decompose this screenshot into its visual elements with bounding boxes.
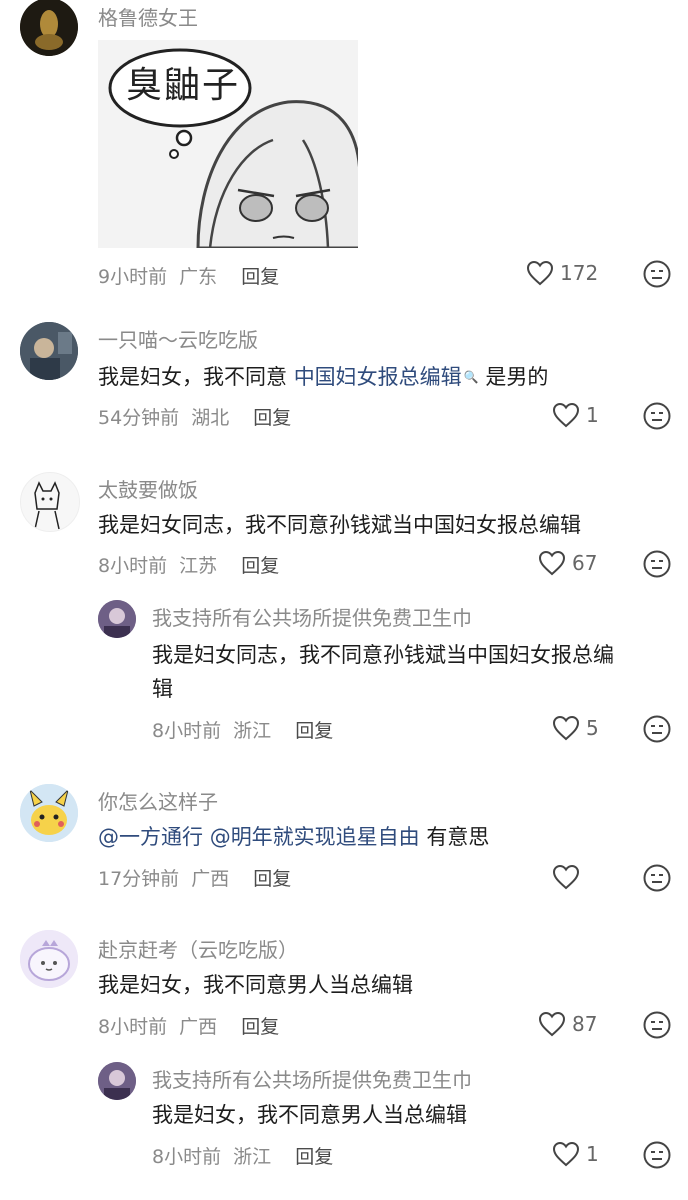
comment-text-part: 我是妇女，我不同意 [98,365,287,389]
avatar-figure-icon [20,0,78,56]
comment-text-part: 有意思 [426,825,490,849]
comment-item: 太鼓要做饭 我是妇女同志，我不同意孙钱斌当中国妇女报总编辑 8小时前 江苏 回复… [0,458,688,588]
comment-location: 湖北 [191,407,230,429]
reply-item: 我支持所有公共场所提供免费卫生巾 我是妇女同志，我不同意孙钱斌当中国妇女报总编 … [0,592,688,762]
comment-location: 广西 [191,868,230,890]
avatar-photo-icon [98,1062,136,1100]
reply-button[interactable]: 回复 [253,868,291,890]
comment-item: 一只喵～云吃吃版 我是妇女，我不同意 中国妇女报总编辑 🔍 是男的 54分钟前 湖… [0,310,688,450]
dislike-face-icon[interactable] [642,714,672,744]
reply-button[interactable]: 回复 [241,555,279,577]
avatar[interactable] [20,784,78,842]
username[interactable]: 赴京赶考（云吃吃版） [98,934,298,963]
comment-text-part: 是男的 [485,365,549,389]
comment-location: 浙江 [233,720,272,742]
comment-meta: 9小时前 广东 回复 [98,262,279,289]
comment-time: 8小时前 [98,555,168,577]
like-count: 67 [572,551,598,575]
comment-meta: 8小时前 浙江 回复 [152,716,333,743]
avatar[interactable] [20,930,78,988]
heart-icon [526,260,554,286]
comment-time: 8小时前 [152,1146,222,1168]
avatar-photo-icon [20,322,78,380]
like-button[interactable]: 5 [552,713,599,743]
like-button[interactable] [552,862,586,892]
dislike-face-icon[interactable] [642,1140,672,1170]
comment-text-line: 我是妇女同志，我不同意孙钱斌当中国妇女报总编 [152,643,614,667]
comment-location: 广东 [179,266,218,288]
search-icon: 🔍 [463,370,479,384]
like-count: 87 [572,1012,598,1036]
username[interactable]: 格鲁德女王 [98,2,198,31]
avatar[interactable] [20,0,78,56]
avatar-sketch-icon [21,473,79,531]
like-button[interactable]: 1 [552,1139,599,1169]
comment-item: 你怎么这样子 @一方通行 @明年就实现追星自由 有意思 17分钟前 广西 回复 [0,778,688,908]
username[interactable]: 我支持所有公共场所提供免费卫生巾 [152,602,472,631]
dislike-face-icon[interactable] [642,1010,672,1040]
dislike-face-icon[interactable] [642,863,672,893]
heart-icon [552,402,580,428]
avatar-cartoon-icon [20,930,78,988]
heart-icon [552,864,580,890]
comment-location: 广西 [179,1016,218,1038]
comment-location: 江苏 [179,555,218,577]
sticker-caption: 臭鼬子 [126,65,241,106]
like-button[interactable]: 1 [552,400,599,430]
comment-time: 17分钟前 [98,868,180,890]
like-button[interactable]: 67 [538,548,597,578]
avatar[interactable] [98,600,136,638]
reply-button[interactable]: 回复 [295,720,333,742]
heart-icon [552,1141,580,1167]
reply-button[interactable]: 回复 [295,1146,333,1168]
comment-text: 我是妇女，我不同意男人当总编辑 [152,1103,467,1127]
username[interactable]: 我支持所有公共场所提供免费卫生巾 [152,1064,472,1093]
sticker-image[interactable]: 臭鼬子 [98,40,358,248]
comment-meta: 8小时前 广西 回复 [98,1012,279,1039]
mention-link[interactable]: @明年就实现追星自由 [210,825,420,849]
comment-time: 8小时前 [152,720,222,742]
comment-meta: 8小时前 浙江 回复 [152,1142,333,1169]
heart-icon [538,1011,566,1037]
avatar[interactable] [98,1062,136,1100]
comment-meta: 8小时前 江苏 回复 [98,551,279,578]
like-count: 5 [586,716,599,740]
dislike-face-icon[interactable] [642,401,672,431]
reply-item: 我支持所有公共场所提供免费卫生巾 我是妇女，我不同意男人当总编辑 8小时前 浙江… [0,1054,688,1194]
username[interactable]: 一只喵～云吃吃版 [98,324,258,353]
reply-button[interactable]: 回复 [253,407,291,429]
comment-meta: 17分钟前 广西 回复 [98,864,291,891]
comment-text: 我是妇女同志，我不同意孙钱斌当中国妇女报总编辑 [98,513,581,537]
like-button[interactable]: 87 [538,1009,597,1039]
comment-meta: 54分钟前 湖北 回复 [98,403,291,430]
comment-time: 9小时前 [98,266,168,288]
comment-item: 赴京赶考（云吃吃版） 我是妇女，我不同意男人当总编辑 8小时前 广西 回复 87 [0,920,688,1050]
heart-icon [552,715,580,741]
avatar[interactable] [20,472,80,532]
mention-link[interactable]: @一方通行 [98,825,203,849]
comment-time: 8小时前 [98,1016,168,1038]
dislike-face-icon[interactable] [642,549,672,579]
like-count: 1 [586,403,599,427]
avatar[interactable] [20,322,78,380]
username[interactable]: 太鼓要做饭 [98,474,198,503]
like-count: 1 [586,1142,599,1166]
avatar-photo-icon [98,600,136,638]
username[interactable]: 你怎么这样子 [98,786,218,815]
comment-text: 我是妇女，我不同意男人当总编辑 [98,973,413,997]
comment-text: 我是妇女，我不同意 中国妇女报总编辑 🔍 是男的 [98,360,548,394]
like-count: 172 [560,261,599,285]
reply-button[interactable]: 回复 [241,266,279,288]
reply-button[interactable]: 回复 [241,1016,279,1038]
heart-icon [538,550,566,576]
comment-location: 浙江 [233,1146,272,1168]
comment-text: @一方通行 @明年就实现追星自由 有意思 [98,820,489,854]
dislike-face-icon[interactable] [642,259,672,289]
search-link[interactable]: 中国妇女报总编辑 [294,365,462,389]
avatar-pikachu-icon [20,784,78,842]
comment-item: 格鲁德女王 臭鼬子 9小时前 广东 回复 172 [0,0,688,300]
like-button[interactable]: 172 [526,258,598,288]
comment-text-line: 辑 [152,677,173,701]
comment-time: 54分钟前 [98,407,180,429]
